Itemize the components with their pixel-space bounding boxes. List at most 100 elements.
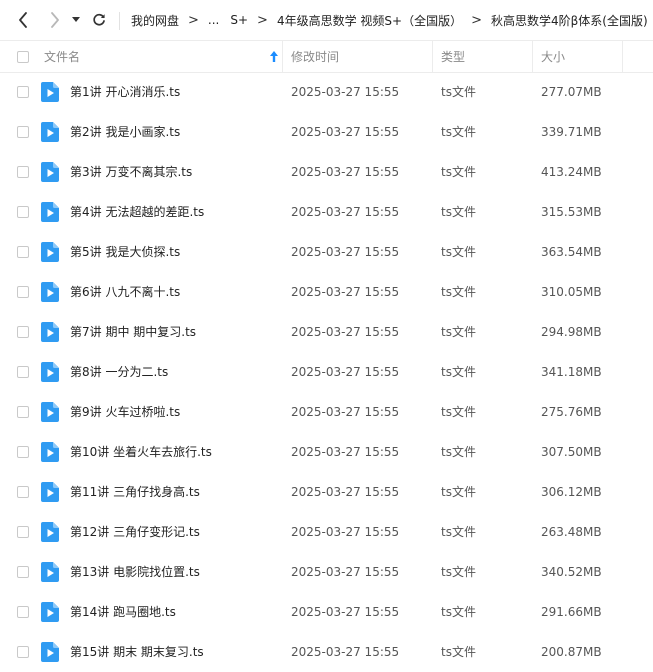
breadcrumb-separator-icon: > [188,12,199,28]
refresh-icon [93,13,105,26]
file-row[interactable]: 第6讲 八九不离十.ts 2025-03-27 15:55 ts文件 310.0… [0,272,653,312]
file-size: 306.12MB [541,485,602,499]
file-row[interactable]: 第15讲 期末 期末复习.ts 2025-03-27 15:55 ts文件 20… [0,632,653,672]
file-row[interactable]: 第1讲 开心消消乐.ts 2025-03-27 15:55 ts文件 277.0… [0,72,653,112]
file-type: ts文件 [441,365,476,379]
breadcrumb-item-root[interactable]: 我的网盘 [128,12,182,29]
file-name[interactable]: 第3讲 万变不离其宗.ts [70,152,192,192]
toolbar-divider [119,12,120,30]
file-modified: 2025-03-27 15:55 [291,165,400,179]
file-row[interactable]: 第11讲 三角仔找身高.ts 2025-03-27 15:55 ts文件 306… [0,472,653,512]
row-checkbox[interactable] [17,246,29,258]
row-checkbox[interactable] [17,606,29,618]
row-checkbox[interactable] [17,166,29,178]
file-type: ts文件 [441,205,476,219]
file-modified: 2025-03-27 15:55 [291,205,400,219]
file-size: 307.50MB [541,445,602,459]
row-checkbox[interactable] [17,326,29,338]
file-row[interactable]: 第10讲 坐着火车去旅行.ts 2025-03-27 15:55 ts文件 30… [0,432,653,472]
file-modified: 2025-03-27 15:55 [291,405,400,419]
column-header-type[interactable]: 类型 [441,41,465,72]
column-header-name[interactable]: 文件名 [44,41,282,72]
file-name[interactable]: 第11讲 三角仔找身高.ts [70,472,200,512]
file-name[interactable]: 第6讲 八九不离十.ts [70,272,180,312]
file-row[interactable]: 第8讲 一分为二.ts 2025-03-27 15:55 ts文件 341.18… [0,352,653,392]
video-file-icon [41,442,59,462]
row-checkbox[interactable] [17,486,29,498]
file-row[interactable]: 第4讲 无法超越的差距.ts 2025-03-27 15:55 ts文件 315… [0,192,653,232]
file-modified: 2025-03-27 15:55 [291,445,400,459]
row-checkbox[interactable] [17,86,29,98]
history-dropdown-button[interactable] [67,8,85,32]
video-file-icon [41,602,59,622]
row-checkbox[interactable] [17,646,29,658]
file-modified: 2025-03-27 15:55 [291,365,400,379]
select-all-checkbox[interactable] [17,50,29,63]
file-row[interactable]: 第14讲 跑马圈地.ts 2025-03-27 15:55 ts文件 291.6… [0,592,653,632]
file-name[interactable]: 第15讲 期末 期末复习.ts [70,632,204,672]
file-row[interactable]: 第5讲 我是大侦探.ts 2025-03-27 15:55 ts文件 363.5… [0,232,653,272]
refresh-button[interactable] [88,8,110,32]
breadcrumb: 我的网盘 > ... S+ > 4年级高思数学 视频S+（全国版） > 秋高思数… [128,0,653,40]
breadcrumb-item-ellipsis[interactable]: ... [205,13,222,27]
file-size: 200.87MB [541,645,602,659]
file-type: ts文件 [441,405,476,419]
file-modified: 2025-03-27 15:55 [291,605,400,619]
file-row[interactable]: 第2讲 我是小画家.ts 2025-03-27 15:55 ts文件 339.7… [0,112,653,152]
video-file-icon [41,322,59,342]
file-name[interactable]: 第5讲 我是大侦探.ts [70,232,180,272]
file-name[interactable]: 第8讲 一分为二.ts [70,352,168,392]
breadcrumb-item-splus[interactable]: S+ [222,13,251,27]
file-name[interactable]: 第13讲 电影院找位置.ts [70,552,200,592]
video-file-icon [41,362,59,382]
column-header-size[interactable]: 大小 [541,41,565,72]
video-file-icon [41,202,59,222]
file-modified: 2025-03-27 15:55 [291,565,400,579]
sort-arrow-up-icon[interactable] [270,51,278,62]
file-modified: 2025-03-27 15:55 [291,325,400,339]
file-name[interactable]: 第10讲 坐着火车去旅行.ts [70,432,212,472]
file-type: ts文件 [441,485,476,499]
row-checkbox[interactable] [17,126,29,138]
row-checkbox[interactable] [17,366,29,378]
breadcrumb-separator-icon: > [257,12,268,28]
file-type: ts文件 [441,245,476,259]
file-name[interactable]: 第2讲 我是小画家.ts [70,112,180,152]
row-checkbox[interactable] [17,286,29,298]
back-button[interactable] [12,8,34,32]
file-type: ts文件 [441,445,476,459]
chevron-left-icon [19,12,27,28]
file-name[interactable]: 第14讲 跑马圈地.ts [70,592,176,632]
row-checkbox[interactable] [17,206,29,218]
file-name[interactable]: 第4讲 无法超越的差距.ts [70,192,204,232]
column-header-modified[interactable]: 修改时间 [291,41,339,72]
file-type: ts文件 [441,165,476,179]
file-type: ts文件 [441,85,476,99]
row-checkbox[interactable] [17,446,29,458]
file-name[interactable]: 第12讲 三角仔变形记.ts [70,512,200,552]
file-row[interactable]: 第9讲 火车过桥啦.ts 2025-03-27 15:55 ts文件 275.7… [0,392,653,432]
file-type: ts文件 [441,645,476,659]
file-name[interactable]: 第1讲 开心消消乐.ts [70,72,180,112]
video-file-icon [41,242,59,262]
row-checkbox[interactable] [17,526,29,538]
file-size: 310.05MB [541,285,602,299]
row-checkbox[interactable] [17,566,29,578]
file-list-header: 文件名 修改时间 类型 大小 [0,40,653,73]
forward-button[interactable] [44,8,66,32]
file-row[interactable]: 第7讲 期中 期中复习.ts 2025-03-27 15:55 ts文件 294… [0,312,653,352]
file-name[interactable]: 第9讲 火车过桥啦.ts [70,392,180,432]
file-row[interactable]: 第12讲 三角仔变形记.ts 2025-03-27 15:55 ts文件 263… [0,512,653,552]
file-name[interactable]: 第7讲 期中 期中复习.ts [70,312,196,352]
breadcrumb-item-grade4[interactable]: 4年级高思数学 视频S+（全国版） [274,12,465,29]
breadcrumb-item-current[interactable]: 秋高思数学4阶β体系(全国版) [488,12,651,29]
file-row[interactable]: 第13讲 电影院找位置.ts 2025-03-27 15:55 ts文件 340… [0,552,653,592]
file-modified: 2025-03-27 15:55 [291,285,400,299]
video-file-icon [41,282,59,302]
file-type: ts文件 [441,325,476,339]
video-file-icon [41,642,59,662]
file-row[interactable]: 第3讲 万变不离其宗.ts 2025-03-27 15:55 ts文件 413.… [0,152,653,192]
row-checkbox[interactable] [17,406,29,418]
file-modified: 2025-03-27 15:55 [291,125,400,139]
file-size: 277.07MB [541,85,602,99]
